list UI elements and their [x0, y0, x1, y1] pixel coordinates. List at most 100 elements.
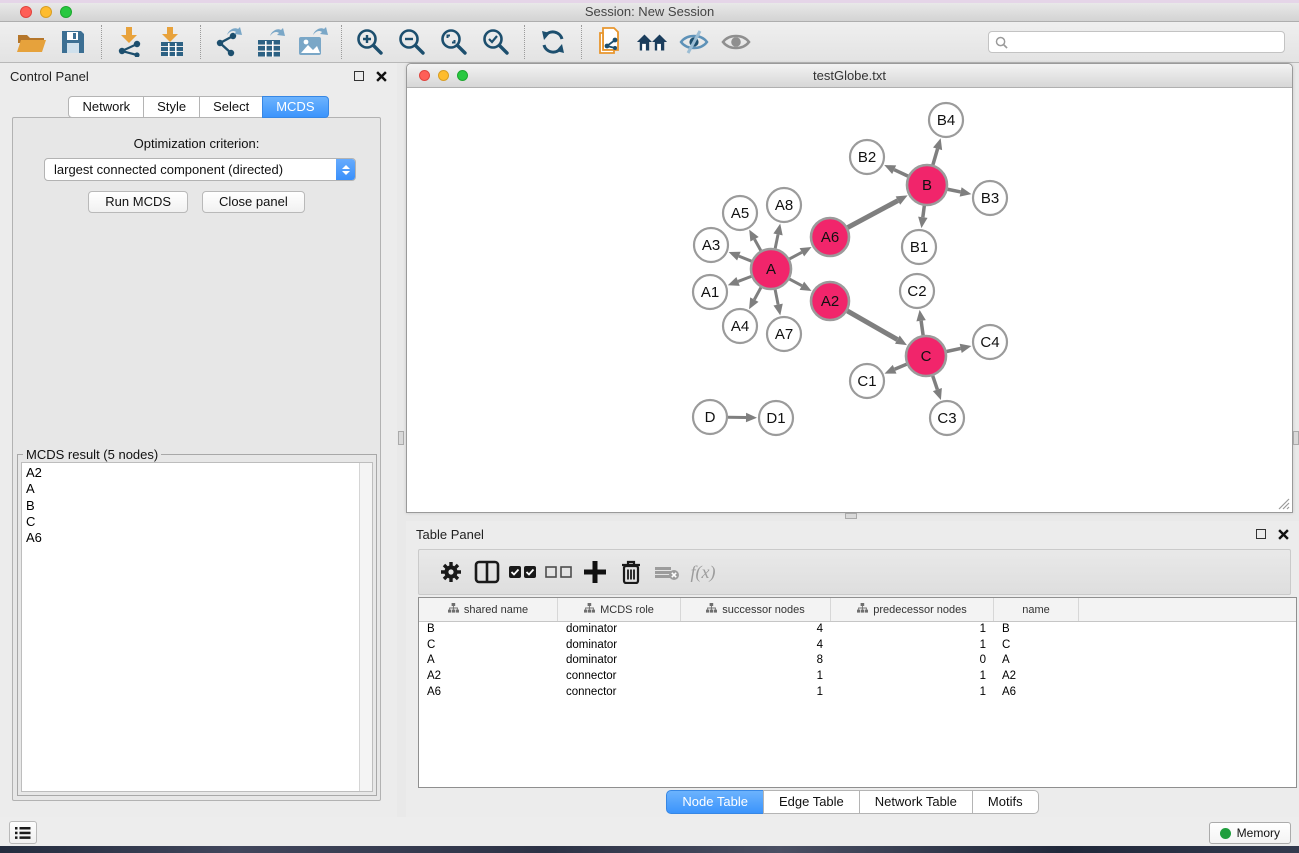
- select-all-checkboxes-icon[interactable]: [505, 556, 541, 588]
- delete-column-trash-icon[interactable]: [613, 556, 649, 588]
- edge-A6-B[interactable]: [848, 201, 898, 228]
- edge-A-A4[interactable]: [754, 287, 761, 299]
- edge-A-A3[interactable]: [739, 256, 752, 261]
- close-table-panel-icon[interactable]: [1278, 529, 1289, 540]
- result-list-item[interactable]: A2: [26, 465, 372, 481]
- table-cell[interactable]: 4: [681, 622, 831, 638]
- float-panel-icon[interactable]: [354, 71, 364, 81]
- column-header-predecessor-nodes[interactable]: predecessor nodes: [831, 598, 994, 621]
- close-panel-icon[interactable]: [376, 71, 387, 82]
- table-cell[interactable]: dominator: [558, 622, 681, 638]
- refresh-icon[interactable]: [537, 26, 569, 58]
- close-panel-button[interactable]: Close panel: [202, 191, 305, 213]
- float-table-panel-icon[interactable]: [1256, 529, 1266, 539]
- tab-style[interactable]: Style: [143, 96, 200, 118]
- table-cell[interactable]: A2: [994, 669, 1079, 685]
- copy-network-icon[interactable]: [594, 26, 626, 58]
- table-header-row[interactable]: shared nameMCDS rolesuccessor nodesprede…: [419, 598, 1296, 622]
- table-cell[interactable]: 8: [681, 653, 831, 669]
- run-mcds-button[interactable]: Run MCDS: [88, 191, 188, 213]
- table-cell[interactable]: connector: [558, 669, 681, 685]
- edge-A-A6[interactable]: [789, 252, 801, 259]
- import-network-icon[interactable]: [114, 26, 146, 58]
- edge-C-C4[interactable]: [947, 348, 961, 351]
- network-canvas[interactable]: AA1A2A3A4A5A6A7A8BB1B2B3B4CC1C2C3C4DD1: [407, 88, 1292, 512]
- table-cell[interactable]: C: [994, 638, 1079, 654]
- table-cell[interactable]: 1: [831, 685, 994, 701]
- edge-B-B2[interactable]: [894, 170, 908, 176]
- edge-C-C1[interactable]: [895, 364, 907, 369]
- tab-network[interactable]: Network: [68, 96, 144, 118]
- result-list-item[interactable]: C: [26, 514, 372, 530]
- criterion-dropdown[interactable]: largest connected component (directed): [44, 158, 356, 181]
- table-cell[interactable]: 1: [831, 669, 994, 685]
- table-settings-gear-icon[interactable]: [433, 556, 469, 588]
- add-column-icon[interactable]: [577, 556, 613, 588]
- table-cell[interactable]: B: [994, 622, 1079, 638]
- table-cell[interactable]: 1: [681, 685, 831, 701]
- zoom-selected-icon[interactable]: [480, 26, 512, 58]
- table-cell[interactable]: 1: [681, 669, 831, 685]
- table-cell[interactable]: 1: [831, 638, 994, 654]
- search-field[interactable]: [988, 31, 1285, 53]
- table-cell[interactable]: 1: [831, 622, 994, 638]
- edge-A-A2[interactable]: [789, 279, 801, 286]
- table-cell[interactable]: connector: [558, 685, 681, 701]
- result-list-item[interactable]: A: [26, 481, 372, 497]
- edge-A2-C[interactable]: [847, 311, 897, 340]
- hide-eye-icon[interactable]: [678, 26, 710, 58]
- table-row[interactable]: Cdominator41C: [419, 638, 1296, 654]
- table-cell[interactable]: 0: [831, 653, 994, 669]
- network-graph[interactable]: AA1A2A3A4A5A6A7A8BB1B2B3B4CC1C2C3C4DD1: [407, 88, 1292, 512]
- zoom-fit-icon[interactable]: [438, 26, 470, 58]
- bottom-splitter-handle[interactable]: [845, 513, 857, 519]
- table-cell[interactable]: dominator: [558, 638, 681, 654]
- table-row[interactable]: Bdominator41B: [419, 622, 1296, 638]
- table-cell[interactable]: A2: [419, 669, 558, 685]
- left-splitter-handle[interactable]: [398, 431, 404, 445]
- node-table[interactable]: shared nameMCDS rolesuccessor nodesprede…: [418, 597, 1297, 788]
- table-cell[interactable]: C: [419, 638, 558, 654]
- tab-node-table[interactable]: Node Table: [666, 790, 764, 814]
- edge-A-A7[interactable]: [775, 290, 778, 305]
- tab-network-table[interactable]: Network Table: [859, 790, 973, 814]
- split-table-icon[interactable]: [469, 556, 505, 588]
- table-cell[interactable]: B: [419, 622, 558, 638]
- edge-C-C3[interactable]: [933, 376, 938, 390]
- edge-B-B4[interactable]: [933, 149, 938, 165]
- table-cell[interactable]: A: [419, 653, 558, 669]
- deselect-all-checkboxes-icon[interactable]: [541, 556, 577, 588]
- edge-A-A8[interactable]: [775, 234, 778, 248]
- table-row[interactable]: Adominator80A: [419, 653, 1296, 669]
- search-input[interactable]: [1012, 35, 1278, 49]
- resize-grip-icon[interactable]: [1276, 496, 1290, 510]
- function-builder-icon[interactable]: f(x): [685, 556, 721, 588]
- tab-mcds[interactable]: MCDS: [262, 96, 328, 118]
- table-cell[interactable]: A6: [994, 685, 1079, 701]
- export-network-icon[interactable]: [213, 26, 245, 58]
- tab-motifs[interactable]: Motifs: [972, 790, 1039, 814]
- edge-B-B3[interactable]: [948, 189, 961, 192]
- result-list-item[interactable]: A6: [26, 530, 372, 546]
- tab-select[interactable]: Select: [199, 96, 263, 118]
- task-history-button[interactable]: [9, 821, 37, 844]
- table-cell[interactable]: 4: [681, 638, 831, 654]
- open-folder-icon[interactable]: [15, 26, 47, 58]
- zoom-in-icon[interactable]: [354, 26, 386, 58]
- table-cell[interactable]: A6: [419, 685, 558, 701]
- edge-A-A1[interactable]: [738, 276, 751, 281]
- edge-A-A5[interactable]: [755, 239, 761, 250]
- result-list-scrollbar[interactable]: [359, 463, 372, 791]
- tab-edge-table[interactable]: Edge Table: [763, 790, 860, 814]
- table-cell[interactable]: dominator: [558, 653, 681, 669]
- import-table-icon[interactable]: [156, 26, 188, 58]
- network-overview-icon[interactable]: [636, 26, 668, 58]
- export-image-icon[interactable]: [297, 26, 329, 58]
- show-eye-icon[interactable]: [720, 26, 752, 58]
- export-table-icon[interactable]: [255, 26, 287, 58]
- zoom-out-icon[interactable]: [396, 26, 428, 58]
- save-icon[interactable]: [57, 26, 89, 58]
- table-row[interactable]: A6connector11A6: [419, 685, 1296, 701]
- mcds-result-list[interactable]: A2ABCA6: [21, 462, 373, 792]
- memory-button[interactable]: Memory: [1209, 822, 1291, 844]
